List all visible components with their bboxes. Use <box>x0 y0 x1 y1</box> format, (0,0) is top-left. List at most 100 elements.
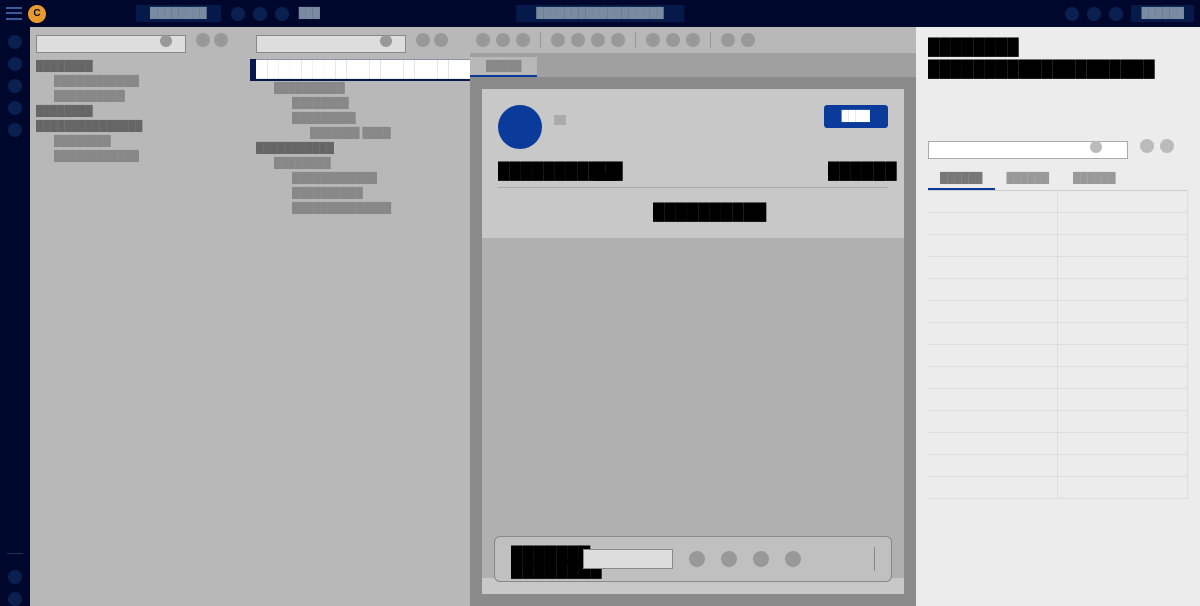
footer-input[interactable] <box>583 549 673 569</box>
tree-item[interactable]: ██████████████ <box>256 201 464 216</box>
footer-action-4[interactable] <box>785 551 801 567</box>
avatar[interactable]: C <box>28 5 46 23</box>
side-nav-2[interactable] <box>8 57 22 71</box>
card-primary-button[interactable]: ████ <box>824 105 888 128</box>
side-nav-5[interactable] <box>8 123 22 137</box>
inspector-title: ████████ <box>928 39 998 53</box>
inspector-table <box>928 191 1188 595</box>
table-row[interactable] <box>928 191 1188 213</box>
card-avatar-icon <box>498 105 542 149</box>
rp-tool-2[interactable] <box>1160 139 1174 153</box>
tree-item[interactable]: ████████ <box>36 134 244 149</box>
separator <box>874 547 875 571</box>
tree-item[interactable]: ███████ ████ <box>256 126 464 141</box>
preview-card: ████ ███████████ ██ █████ ██ ██████████ <box>482 89 904 594</box>
tree-item[interactable]: ████████ <box>256 96 464 111</box>
table-row[interactable] <box>928 235 1188 257</box>
side-nav-3[interactable] <box>8 79 22 93</box>
table-row[interactable] <box>928 389 1188 411</box>
tree-item[interactable]: ███████████ <box>256 141 464 156</box>
table-row[interactable] <box>928 477 1188 499</box>
table-row[interactable] <box>928 367 1188 389</box>
card-subtitle <box>554 115 566 125</box>
hamburger-icon[interactable] <box>6 6 22 22</box>
top-right-pill[interactable]: ██████ <box>1131 5 1194 22</box>
table-row[interactable] <box>928 257 1188 279</box>
inspector-tabs: ██████████████████ <box>928 169 1188 191</box>
tree-tool-4[interactable] <box>434 33 448 47</box>
row-left-label: ███████████ <box>498 163 588 173</box>
clear-icon[interactable] <box>1090 141 1102 153</box>
tree-item[interactable]: ██████████ <box>256 81 464 96</box>
ct-action-11[interactable] <box>721 33 735 47</box>
top-bar: C ████████ ███ ██████████████████ ██████ <box>0 0 1200 27</box>
tree-item[interactable]: ████████ <box>36 104 244 119</box>
tree-item[interactable]: ████████████ <box>256 171 464 186</box>
clear-icon[interactable] <box>380 35 392 47</box>
rp-tool-1[interactable] <box>1140 139 1154 153</box>
ct-action-6[interactable] <box>591 33 605 47</box>
side-nav-bottom-2[interactable] <box>8 592 22 606</box>
ct-action-12[interactable] <box>741 33 755 47</box>
table-row[interactable] <box>928 345 1188 367</box>
table-row[interactable] <box>928 411 1188 433</box>
top-action-2[interactable] <box>253 7 267 21</box>
table-row[interactable] <box>928 213 1188 235</box>
card-body <box>482 238 904 578</box>
separator <box>540 32 541 48</box>
table-row[interactable] <box>928 279 1188 301</box>
tree-item[interactable]: ███████████████ <box>36 119 244 134</box>
footer-action-3[interactable] <box>753 551 769 567</box>
top-right-action-2[interactable] <box>1087 7 1101 21</box>
table-row[interactable] <box>928 433 1188 455</box>
tree-tool-3[interactable] <box>416 33 430 47</box>
top-center-title: ██████████████████ <box>516 5 684 22</box>
side-nav-4[interactable] <box>8 101 22 115</box>
footer-action-1[interactable] <box>689 551 705 567</box>
tree-item-selected[interactable]: ████████████████████████ <box>250 59 470 81</box>
project-title: ████████ <box>136 5 221 22</box>
side-nav-1[interactable] <box>8 35 22 49</box>
top-right-action-1[interactable] <box>1065 7 1079 21</box>
inspector-tab[interactable]: ██████ <box>995 169 1062 190</box>
top-right-action-3[interactable] <box>1109 7 1123 21</box>
inspector-tab[interactable]: ██████ <box>1061 169 1128 190</box>
ct-action-4[interactable] <box>551 33 565 47</box>
tree-item[interactable]: ████████ <box>256 156 464 171</box>
ct-action-7[interactable] <box>611 33 625 47</box>
ct-action-3[interactable] <box>516 33 530 47</box>
left-sidebar <box>0 27 30 606</box>
ct-action-10[interactable] <box>686 33 700 47</box>
table-row[interactable] <box>928 323 1188 345</box>
inspector-panel: ████████ ████████████████████ ██████████… <box>916 27 1200 606</box>
inspector-subtitle: ████████████████████ <box>928 61 1058 71</box>
table-row[interactable] <box>928 455 1188 477</box>
editor-tabs: █████ <box>470 53 916 77</box>
clear-icon[interactable] <box>160 35 172 47</box>
tab-1[interactable]: █████ <box>470 57 537 77</box>
row-right-badge: ██ <box>874 163 888 173</box>
row-left-badge: ██ <box>594 163 608 173</box>
ct-action-8[interactable] <box>646 33 660 47</box>
footer-action-2[interactable] <box>721 551 737 567</box>
tree-item[interactable]: ████████████ <box>36 74 244 89</box>
ct-action-1[interactable] <box>476 33 490 47</box>
tree-tool-2[interactable] <box>214 33 228 47</box>
top-action-1[interactable] <box>231 7 245 21</box>
tree-tool-1[interactable] <box>196 33 210 47</box>
tree-item[interactable]: ████████ <box>36 59 244 74</box>
tree-item[interactable]: ████████████ <box>36 149 244 164</box>
tree-item[interactable]: ██████████ <box>36 89 244 104</box>
inspector-tab[interactable]: ██████ <box>928 169 995 190</box>
top-action-3[interactable] <box>275 7 289 21</box>
separator <box>635 32 636 48</box>
table-row[interactable] <box>928 301 1188 323</box>
ct-action-5[interactable] <box>571 33 585 47</box>
tree-item[interactable]: █████████ <box>256 111 464 126</box>
ct-action-2[interactable] <box>496 33 510 47</box>
side-divider <box>7 553 23 554</box>
explorer-panel-1: ████████████████████████████████████████… <box>30 27 250 606</box>
side-nav-bottom-1[interactable] <box>8 570 22 584</box>
ct-action-9[interactable] <box>666 33 680 47</box>
tree-item[interactable]: ██████████ <box>256 186 464 201</box>
